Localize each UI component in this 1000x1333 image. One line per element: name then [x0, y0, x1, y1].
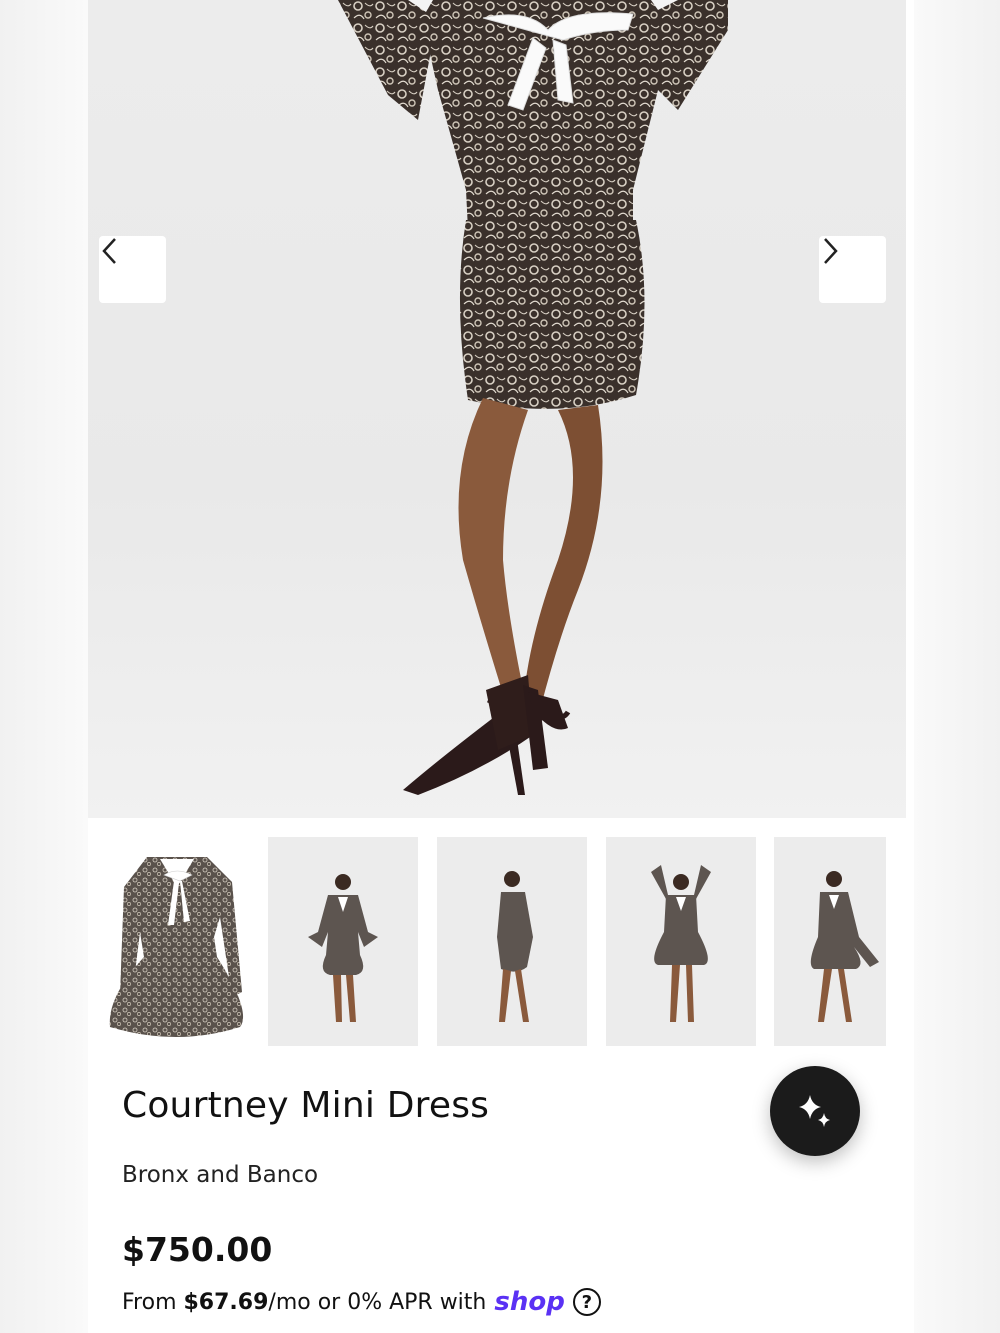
- product-price: $750.00: [122, 1230, 273, 1269]
- product-vendor[interactable]: Bronx and Banco: [122, 1162, 318, 1188]
- ai-assistant-button[interactable]: [770, 1066, 860, 1156]
- thumb-front-pose[interactable]: [268, 837, 418, 1046]
- installments-info: From $67.69 /mo or 0% APR with shop ?: [122, 1287, 601, 1317]
- product-page: Courtney Mini Dress Bronx and Banco $750…: [88, 0, 914, 1333]
- main-product-image[interactable]: [88, 0, 906, 818]
- next-image-button[interactable]: [819, 236, 886, 303]
- thumb-side-pose[interactable]: [437, 837, 587, 1046]
- shop-pay-logo: shop: [494, 1287, 565, 1317]
- thumbnail-strip: [88, 818, 914, 1068]
- sparkles-icon: [799, 1095, 830, 1127]
- chevron-right-icon: [824, 238, 838, 264]
- help-icon[interactable]: ?: [572, 1288, 601, 1316]
- installments-suffix: /mo or 0% APR with: [268, 1289, 487, 1315]
- thumb-arms-up-pose[interactable]: [606, 837, 756, 1046]
- installments-amount: $67.69: [183, 1289, 269, 1315]
- right-margin: [912, 0, 1000, 1333]
- chevron-left-icon: [102, 238, 116, 264]
- thumb-skirt-hold-pose[interactable]: [774, 837, 886, 1046]
- model-photo: [338, 0, 728, 795]
- previous-image-button[interactable]: [99, 236, 166, 303]
- installments-prefix: From: [122, 1289, 184, 1315]
- thumb-flat-lay[interactable]: [102, 837, 252, 1046]
- product-title: Courtney Mini Dress: [122, 1085, 490, 1126]
- left-margin: [0, 0, 88, 1333]
